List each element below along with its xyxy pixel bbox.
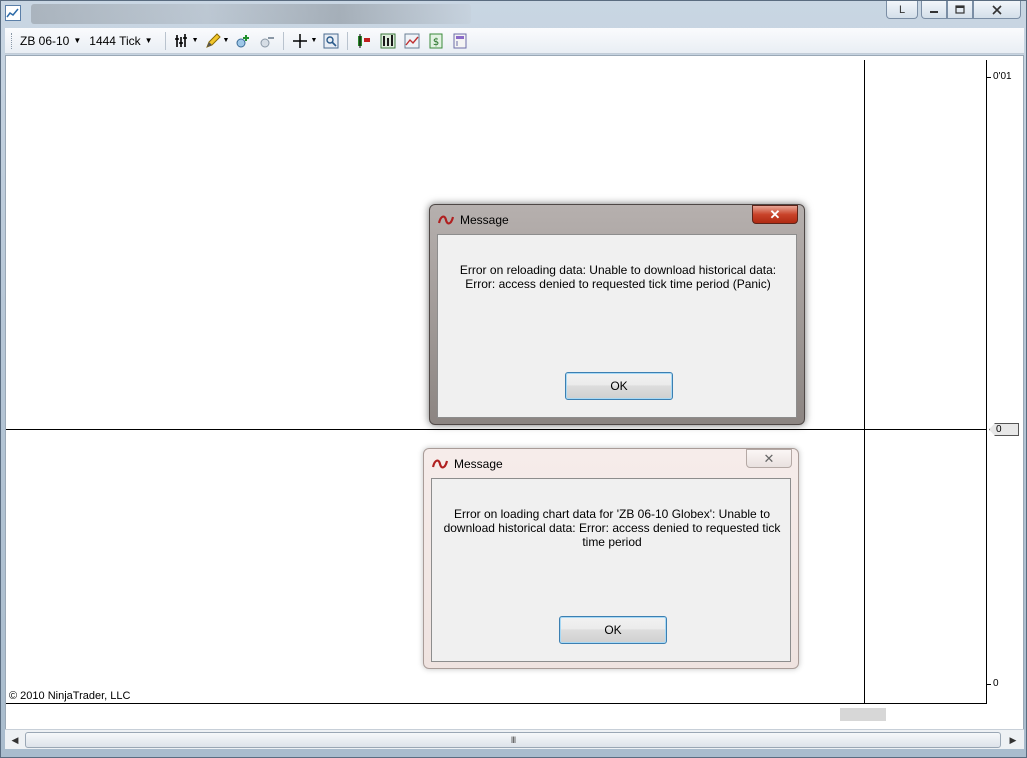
svg-text:$: $ [433,37,439,48]
dialog-close-button[interactable]: ✕ [746,449,792,468]
scrollbar-thumb[interactable]: III [25,732,1001,748]
chevron-down-icon[interactable]: ▼ [310,37,317,44]
axis-tick [986,77,991,78]
ok-button[interactable]: OK [559,616,667,644]
interval-label: 1444 Tick [89,33,141,48]
axis-label-top: 0'01 [993,71,1012,82]
dialog-message: Error on loading chart data for 'ZB 06-1… [443,507,781,549]
data-box-icon[interactable] [322,32,340,50]
dialog-close-button[interactable]: ✕ [752,205,798,224]
zoom-out-icon[interactable] [258,32,276,50]
close-icon: ✕ [763,450,775,466]
toolbar-separator [283,31,285,50]
scrollbar-grip: III [510,735,516,745]
chart-toolbar: ZB 06-10 ▼ 1444 Tick ▼ ▼ ▼ ▼ $ [5,28,1024,54]
crosshair-icon[interactable] [291,32,309,50]
axis-tick [986,684,991,685]
time-axis-line [6,703,987,704]
dialog-title: Message [460,213,509,227]
axis-label-bottom: 0 [993,678,999,689]
properties-icon[interactable] [451,32,469,50]
dialog-title: Message [454,457,503,471]
price-axis-line [986,60,987,703]
dialog-message: Error on reloading data: Unable to downl… [459,263,777,291]
scroll-left-button[interactable]: ◀ [7,732,23,748]
chevron-down-icon[interactable]: ▼ [223,37,230,44]
link-button[interactable]: L [886,1,918,19]
horizontal-price-line [6,429,986,430]
window-title-background [31,4,471,24]
indicators-icon[interactable] [379,32,397,50]
minimize-button[interactable] [921,1,947,19]
ok-button[interactable]: OK [565,372,673,400]
title-bar[interactable]: L [1,1,1026,25]
chart-window-icon[interactable] [5,5,21,21]
horizontal-scrollbar[interactable]: ◀ III ▶ [5,729,1024,749]
instrument-label: ZB 06-10 [20,33,70,48]
dialog-body: Error on loading chart data for 'ZB 06-1… [431,478,791,662]
minimize-icon [930,10,938,13]
close-icon [992,4,1002,15]
chevron-down-icon: ▼ [73,36,82,45]
ninjatrader-logo-icon [438,215,454,225]
close-icon: ✕ [769,206,781,222]
chart-trend-icon[interactable] [403,32,421,50]
bar-type-icon[interactable] [173,32,191,50]
ninjatrader-logo-icon [432,459,448,469]
close-button[interactable] [973,1,1021,19]
toolbar-grip[interactable] [11,32,14,49]
zoom-in-icon[interactable] [234,32,252,50]
copyright-text: © 2010 NinjaTrader, LLC [9,690,131,702]
interval-selector[interactable]: 1444 Tick ▼ [89,34,152,48]
dialog-title-bar[interactable]: Message [432,454,503,474]
drawing-tool-pencil-icon[interactable] [204,32,222,50]
scroll-right-button[interactable]: ▶ [1005,732,1021,748]
maximize-icon [955,4,965,14]
time-axis-marker [840,708,886,721]
instrument-selector[interactable]: ZB 06-10 ▼ [20,34,81,48]
dialog-title-bar[interactable]: Message [438,210,509,230]
toolbar-separator [347,31,349,50]
chevron-down-icon: ▼ [144,36,153,45]
vertical-cursor-line [864,60,865,703]
strategies-icon[interactable] [355,32,373,50]
price-marker: 0 [989,423,1019,436]
dollar-icon[interactable]: $ [427,32,445,50]
chevron-down-icon[interactable]: ▼ [192,37,199,44]
chart-window: L ZB 06-10 ▼ 1444 Tick ▼ ▼ ▼ ▼ $ 0'01 0 … [0,0,1027,758]
dialog-body: Error on reloading data: Unable to downl… [437,234,797,418]
maximize-button[interactable] [947,1,973,19]
error-dialog-reload: Message ✕ Error on reloading data: Unabl… [429,204,805,425]
error-dialog-load: Message ✕ Error on loading chart data fo… [423,448,799,669]
toolbar-separator [164,31,166,50]
